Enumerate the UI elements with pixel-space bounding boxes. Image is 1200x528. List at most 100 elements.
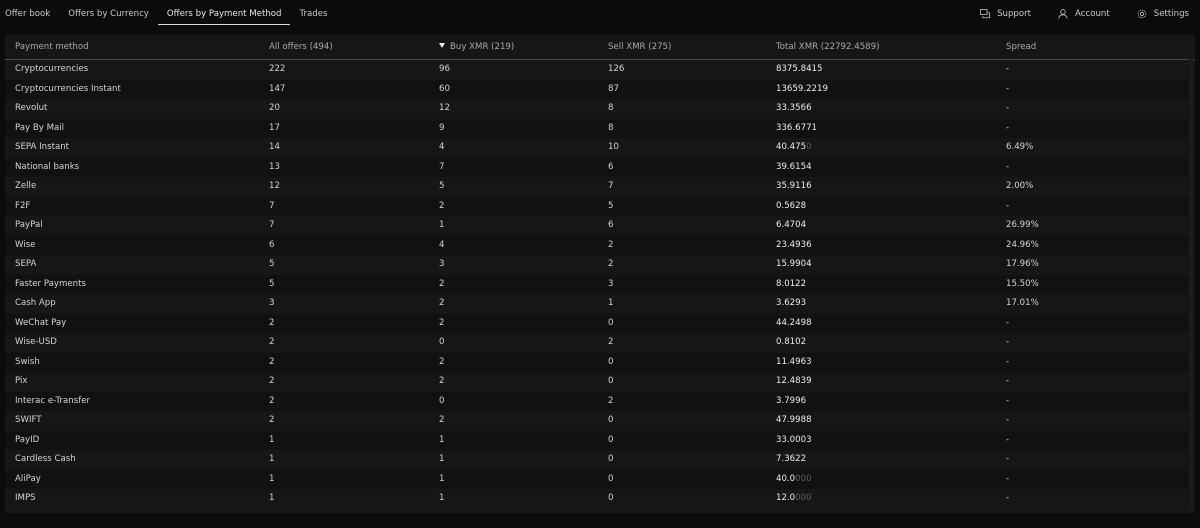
table-row[interactable]: Wise 6 4 2 23.4936 24.96%: [5, 235, 1195, 256]
cell-total-xmr: 40.0000: [776, 470, 812, 490]
table-row[interactable]: AliPay 1 1 0 40.0000 -: [5, 469, 1195, 490]
table-row[interactable]: SEPA Instant 14 4 10 40.4750 6.49%: [5, 138, 1195, 158]
cell-spread: -: [1006, 317, 1010, 328]
table-row[interactable]: PayPal 7 1 6 6.4704 26.99%: [5, 216, 1195, 236]
table-row[interactable]: WeChat Pay 2 2 0 44.2498 -: [5, 313, 1195, 333]
table-scrollbar[interactable]: [1189, 59, 1193, 511]
cell-payment-method: Cryptocurrencies: [15, 64, 89, 74]
total-value: 39.6154: [776, 161, 812, 172]
cell-sell-xmr: 2: [608, 337, 614, 347]
account-button[interactable]: Account: [1058, 9, 1110, 19]
cell-spread: 26.99%: [1006, 220, 1039, 230]
table-row[interactable]: Revolut 20 12 8 33.3566 -: [5, 99, 1195, 119]
sort-descending-icon: [439, 43, 445, 48]
header-spread[interactable]: Spread: [1006, 35, 1036, 59]
header-all-offers[interactable]: All offers (494): [269, 35, 333, 59]
support-button[interactable]: Support: [980, 9, 1031, 19]
cell-spread: -: [1006, 83, 1010, 94]
cell-payment-method: AliPay: [15, 473, 41, 484]
table-row[interactable]: Cryptocurrencies 222 96 126 8375.8415 -: [5, 60, 1195, 80]
cell-buy-xmr: 1: [439, 473, 445, 484]
cell-total-xmr: 35.9116: [776, 177, 812, 197]
cell-total-xmr: 23.4936: [776, 236, 812, 256]
total-value: 6.4704: [776, 220, 807, 230]
table-row[interactable]: SEPA 5 3 2 15.9904 17.96%: [5, 255, 1195, 275]
cell-buy-xmr: 2: [439, 376, 445, 386]
nav-actions: Support Account Settings: [964, 0, 1200, 28]
table-row[interactable]: Cardless Cash 1 1 0 7.3622 -: [5, 450, 1195, 470]
header-total-xmr[interactable]: Total XMR (22792.4589): [776, 35, 879, 59]
tab-offer-book[interactable]: Offer book: [0, 0, 59, 24]
cell-all-offers: 12: [269, 181, 280, 191]
table-row[interactable]: Zelle 12 5 7 35.9116 2.00%: [5, 177, 1195, 197]
table-row[interactable]: Swish 2 2 0 11.4963 -: [5, 352, 1195, 372]
cell-buy-xmr: 96: [439, 64, 450, 74]
tab-trades[interactable]: Trades: [290, 0, 336, 24]
cell-payment-method: PayPal: [15, 220, 43, 230]
total-value: 44.2498: [776, 317, 812, 328]
total-trailing-zeros: 000: [795, 493, 812, 503]
table-row[interactable]: Cash App 3 2 1 3.6293 17.01%: [5, 294, 1195, 314]
cell-sell-xmr: 10: [608, 142, 619, 152]
tab-offers-by-payment-method[interactable]: Offers by Payment Method: [157, 0, 291, 25]
cell-total-xmr: 0.8102: [776, 333, 806, 353]
table-row[interactable]: Interac e-Transfer 2 0 2 3.7996 -: [5, 391, 1195, 412]
top-navigation: Offer book Offers by Currency Offers by …: [0, 0, 1200, 28]
cell-total-xmr: 12.0000: [776, 489, 812, 509]
table-row[interactable]: Pay By Mail 17 9 8 336.6771 -: [5, 118, 1195, 138]
cell-all-offers: 2: [269, 356, 275, 367]
cell-sell-xmr: 1: [608, 298, 614, 308]
cell-all-offers: 13: [269, 161, 280, 172]
cell-payment-method: Cardless Cash: [15, 454, 76, 464]
settings-button[interactable]: Settings: [1137, 9, 1189, 19]
cell-payment-method: Pix: [15, 376, 28, 386]
cell-buy-xmr: 7: [439, 161, 445, 172]
user-icon: [1058, 9, 1068, 19]
cell-payment-method: Cryptocurrencies Instant: [15, 83, 121, 94]
cell-all-offers: 14: [269, 142, 280, 152]
table-row[interactable]: Pix 2 2 0 12.4839 -: [5, 372, 1195, 392]
tab-offers-by-currency[interactable]: Offers by Currency: [59, 0, 158, 24]
cell-buy-xmr: 1: [439, 220, 445, 230]
cell-buy-xmr: 2: [439, 415, 445, 425]
table-row[interactable]: PayID 1 1 0 33.0003 -: [5, 430, 1195, 450]
total-value: 3.7996: [776, 395, 807, 406]
cell-sell-xmr: 5: [608, 200, 614, 211]
cell-payment-method: PayID: [15, 434, 40, 445]
cell-spread: -: [1006, 161, 1010, 172]
cell-sell-xmr: 8: [608, 122, 614, 133]
table-row[interactable]: SWIFT 2 2 0 47.9988 -: [5, 411, 1195, 431]
table-row[interactable]: Wise-USD 2 0 2 0.8102 -: [5, 333, 1195, 353]
cell-all-offers: 3: [269, 298, 275, 308]
total-value: 3.6293: [776, 298, 807, 308]
cell-all-offers: 7: [269, 200, 275, 211]
table-row[interactable]: IMPS 1 1 0 12.0000 -: [5, 489, 1195, 509]
cell-sell-xmr: 7: [608, 181, 614, 191]
table-row[interactable]: Faster Payments 5 2 3 8.0122 15.50%: [5, 274, 1195, 294]
cell-payment-method: F2F: [15, 200, 31, 211]
cell-spread: -: [1006, 376, 1010, 386]
cell-spread: 15.50%: [1006, 278, 1039, 289]
cell-spread: -: [1006, 493, 1010, 503]
cell-spread: 17.96%: [1006, 259, 1039, 269]
table-row[interactable]: National banks 13 7 6 39.6154 -: [5, 157, 1195, 177]
header-payment-method[interactable]: Payment method: [15, 35, 89, 59]
cell-buy-xmr: 2: [439, 317, 445, 328]
cell-total-xmr: 3.7996: [776, 392, 806, 412]
cell-buy-xmr: 3: [439, 259, 445, 269]
header-buy-xmr[interactable]: Buy XMR (219): [439, 35, 514, 59]
cell-all-offers: 2: [269, 376, 275, 386]
header-sell-xmr[interactable]: Sell XMR (275): [608, 35, 671, 59]
cell-sell-xmr: 3: [608, 278, 614, 289]
table-row[interactable]: F2F 7 2 5 0.5628 -: [5, 196, 1195, 216]
cell-payment-method: Pay By Mail: [15, 122, 65, 133]
total-value: 35.9116: [776, 181, 812, 191]
cell-buy-xmr: 12: [439, 103, 450, 113]
cell-sell-xmr: 0: [608, 415, 614, 425]
table-header: Payment method All offers (494) Buy XMR …: [5, 35, 1195, 60]
table-row[interactable]: Cryptocurrencies Instant 147 60 87 13659.221…: [5, 79, 1195, 99]
total-value: 8375.8415: [776, 64, 823, 74]
cell-payment-method: Revolut: [15, 103, 48, 113]
cell-payment-method: IMPS: [15, 493, 36, 503]
total-value: 0.5628: [776, 200, 807, 211]
